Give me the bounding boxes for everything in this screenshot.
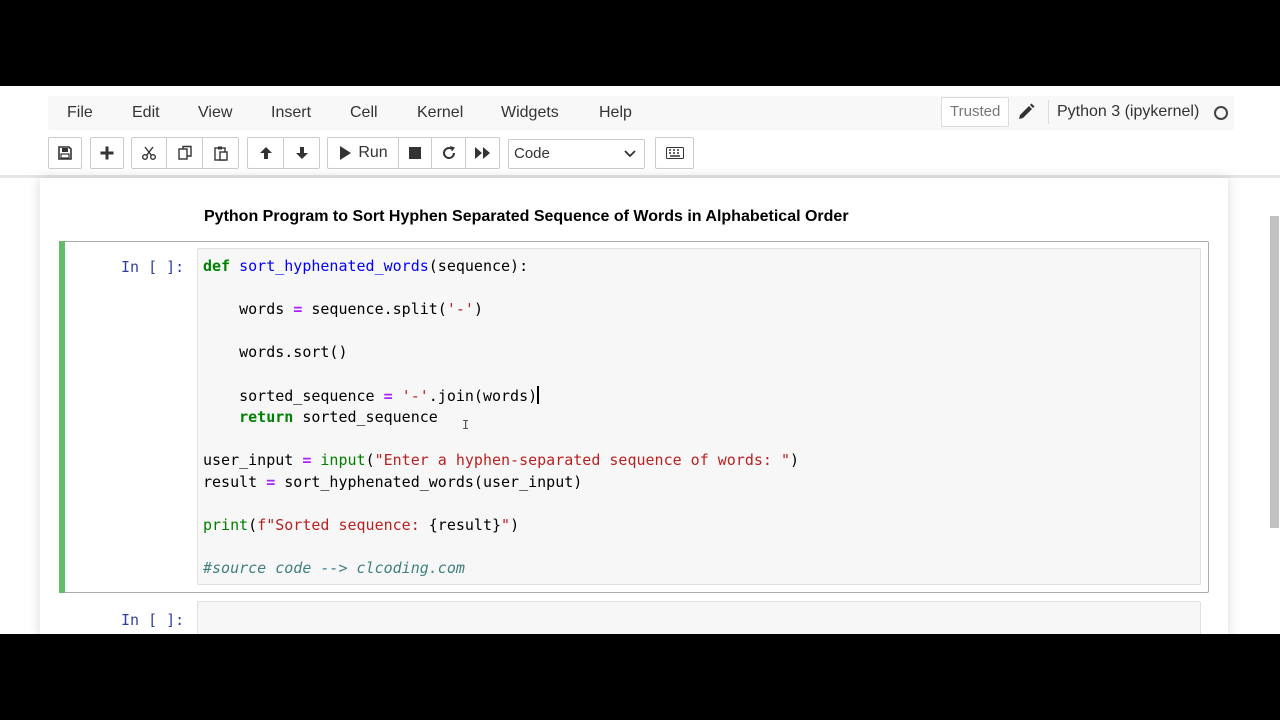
copy-button[interactable] (166, 137, 203, 169)
code-line-3: words = sequence.split('-') (203, 300, 483, 319)
empty-code-cell[interactable] (197, 601, 1201, 634)
cell-type-select[interactable]: Code (508, 139, 645, 169)
code-line-5: words.sort() (203, 343, 348, 362)
insert-cell-button[interactable] (90, 137, 124, 169)
paste-button[interactable] (202, 137, 239, 169)
cell-selection-bar (59, 241, 65, 593)
kernel-idle-icon (1214, 106, 1228, 120)
copy-icon (177, 145, 192, 160)
interrupt-button[interactable] (398, 137, 432, 169)
restart-run-all-button[interactable] (465, 137, 500, 169)
save-icon (58, 146, 72, 160)
run-button-group: Run (327, 137, 500, 169)
menu-view[interactable]: View (198, 96, 232, 130)
code-line-13: print(f"Sorted sequence: {result}") (203, 516, 520, 535)
stop-icon (409, 147, 421, 159)
pencil-icon[interactable] (1016, 102, 1036, 122)
cell-prompt: In [ ]: (121, 258, 185, 276)
menu-file[interactable]: File (67, 96, 93, 130)
paste-icon (213, 146, 228, 161)
edit-button-group (131, 137, 239, 169)
arrow-up-icon (259, 147, 272, 159)
run-button[interactable]: Run (327, 137, 399, 169)
restart-button[interactable] (431, 137, 466, 169)
arrow-down-icon (295, 147, 308, 159)
cut-button[interactable] (131, 137, 167, 169)
menu-edit[interactable]: Edit (132, 96, 160, 130)
move-button-group (247, 137, 320, 169)
save-button[interactable] (48, 137, 82, 169)
code-line-15: #source code --> clcoding.com (203, 559, 465, 578)
kernel-separator (1048, 100, 1049, 124)
play-icon (340, 146, 352, 160)
move-down-button[interactable] (283, 137, 320, 169)
markdown-title: Python Program to Sort Hyphen Separated … (204, 208, 849, 225)
code-line-11: result = sort_hyphenated_words(user_inpu… (203, 472, 583, 491)
code-line-7: sorted_sequence = '-'.join(words) (203, 385, 540, 405)
keyboard-icon (665, 147, 684, 159)
run-label: Run (358, 144, 388, 161)
move-up-button[interactable] (247, 137, 284, 169)
cell-type-value: Code (514, 145, 550, 162)
cut-icon (142, 146, 156, 160)
plus-icon (100, 146, 114, 160)
code-line-8: return sorted_sequence (203, 408, 438, 427)
menu-insert[interactable]: Insert (271, 96, 311, 130)
text-cursor (537, 385, 540, 404)
cell2-prompt: In [ ]: (121, 611, 185, 629)
menu-help[interactable]: Help (599, 96, 632, 130)
command-palette-button[interactable] (655, 137, 694, 169)
menu-cell[interactable]: Cell (350, 96, 378, 130)
scrollbar[interactable] (1270, 216, 1279, 528)
code-line-10: user_input = input("Enter a hyphen-separ… (203, 451, 800, 470)
jupyter-window: File Edit View Insert Cell Kernel Widget… (0, 86, 1280, 634)
menu-kernel[interactable]: Kernel (417, 96, 463, 130)
ibeam-cursor-icon: I (462, 418, 470, 432)
trusted-indicator[interactable]: Trusted (941, 97, 1010, 127)
code-line-1: def sort_hyphenated_words(sequence): (203, 257, 529, 275)
restart-icon (442, 146, 455, 159)
kernel-name[interactable]: Python 3 (ipykernel) (1057, 100, 1199, 124)
code-content[interactable]: def sort_hyphenated_words(sequence): wor… (203, 256, 799, 580)
menu-widgets[interactable]: Widgets (501, 96, 559, 130)
chevron-down-icon (624, 150, 636, 158)
fast-forward-icon (474, 147, 490, 159)
